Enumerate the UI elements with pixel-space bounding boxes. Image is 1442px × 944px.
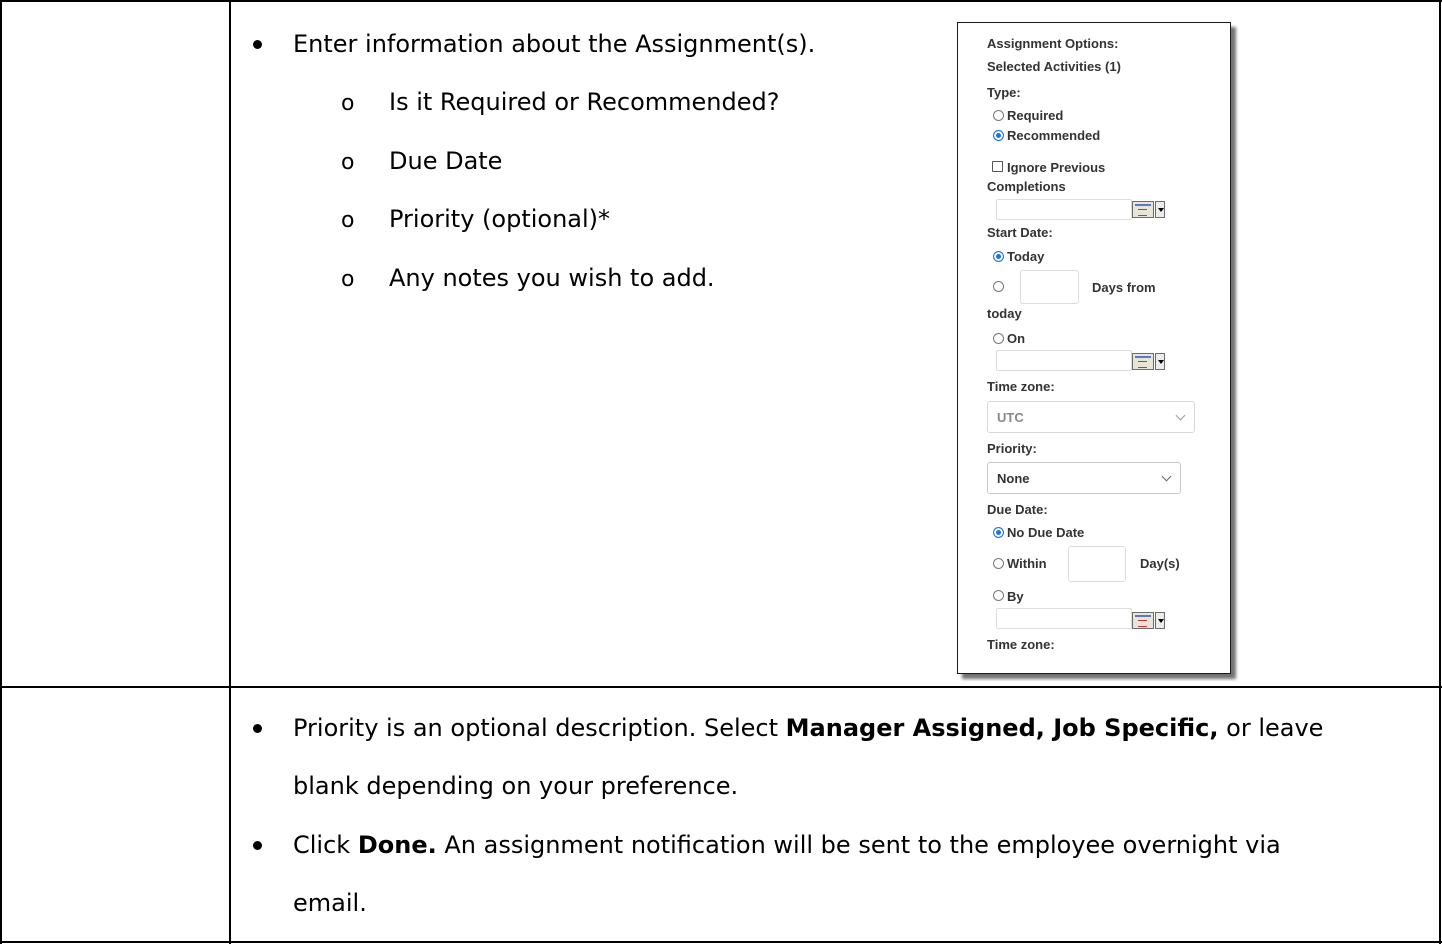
bullet-marker: [253, 724, 262, 733]
ignore-previous-label-wrap: Completions: [987, 179, 1066, 194]
days-label: Day(s): [1140, 556, 1180, 571]
priority-instruction-pre: Priority is an optional description. Sel…: [293, 714, 786, 742]
start-date-label: Start Date:: [987, 225, 1053, 240]
on-date-input[interactable]: [996, 350, 1132, 371]
due-date-label: Due Date:: [987, 502, 1048, 517]
by-radio[interactable]: [993, 590, 1004, 601]
done-bold: Done.: [357, 831, 437, 859]
no-due-date-label: No Due Date: [1007, 525, 1085, 540]
required-label: Required: [1007, 108, 1064, 123]
today-radio[interactable]: [993, 251, 1004, 262]
days-from-label: Days from: [1092, 280, 1156, 295]
table-border-left: [0, 0, 2, 944]
priority-instruction: Priority is an optional description. Sel…: [293, 712, 1323, 744]
done-instruction-wrap: email.: [293, 889, 367, 917]
days-from-input[interactable]: [1020, 270, 1079, 304]
panel-heading: Assignment Options:: [987, 36, 1119, 51]
sub-item-due-date: Due Date: [389, 147, 503, 175]
sub-bullet-marker: o: [341, 267, 355, 292]
today-label: Today: [1007, 249, 1045, 264]
time-zone-label-2: Time zone:: [987, 637, 1055, 652]
type-label: Type:: [987, 85, 1021, 100]
sub-item-required: Is it Required or Recommended?: [389, 88, 780, 116]
table-border-top: [0, 0, 1442, 2]
time-zone-select[interactable]: UTC: [987, 401, 1195, 433]
priority-options-bold: Manager Assigned, Job Specific,: [785, 714, 1219, 742]
ignore-previous-label: Ignore Previous: [1007, 160, 1106, 175]
ignore-date-input[interactable]: [996, 199, 1132, 220]
priority-select[interactable]: None: [987, 462, 1181, 494]
required-radio[interactable]: [993, 110, 1004, 121]
recommended-label: Recommended: [1007, 128, 1101, 143]
by-date-input[interactable]: [996, 608, 1132, 629]
bullet-marker: [253, 40, 262, 49]
priority-value: None: [997, 471, 1030, 486]
no-due-date-radio[interactable]: [993, 527, 1004, 538]
table-column-divider: [229, 0, 231, 944]
on-label: On: [1007, 331, 1026, 346]
instruction-text: Enter information about the Assignment(s…: [293, 30, 816, 58]
within-days-input[interactable]: [1068, 546, 1126, 582]
chevron-down-icon: [1175, 410, 1186, 421]
bullet-marker: [253, 841, 262, 850]
sub-item-priority: Priority (optional)*: [389, 205, 611, 233]
assignment-options-panel: Assignment Options: Selected Activities …: [957, 22, 1231, 674]
on-radio[interactable]: [993, 333, 1004, 344]
table-border-bottom: [0, 941, 1442, 943]
selected-activities-label: Selected Activities (1): [987, 59, 1121, 74]
days-from-radio[interactable]: [993, 281, 1004, 292]
calendar-icon[interactable]: [1132, 201, 1165, 219]
table-row-divider: [0, 686, 1442, 688]
by-label: By: [1007, 589, 1024, 604]
days-from-label-wrap: today: [987, 306, 1022, 321]
priority-instruction-wrap: blank depending on your preference.: [293, 772, 739, 800]
time-zone-label: Time zone:: [987, 379, 1055, 394]
priority-label: Priority:: [987, 441, 1037, 456]
table-border-right: [1439, 0, 1441, 944]
ignore-previous-checkbox[interactable]: [992, 161, 1003, 172]
sub-item-notes: Any notes you wish to add.: [389, 264, 715, 292]
done-instruction-post: An assignment notification will be sent …: [436, 831, 1281, 859]
sub-bullet-marker: o: [341, 91, 355, 116]
done-instruction-pre: Click: [293, 831, 358, 859]
done-instruction: Click Done. An assignment notification w…: [293, 829, 1281, 861]
recommended-radio[interactable]: [993, 130, 1004, 141]
chevron-down-icon: [1161, 471, 1172, 482]
calendar-icon[interactable]: [1132, 612, 1165, 630]
within-label: Within: [1007, 556, 1047, 571]
priority-instruction-post: or leave: [1218, 714, 1324, 742]
within-radio[interactable]: [993, 558, 1004, 569]
calendar-icon[interactable]: [1132, 353, 1165, 371]
sub-bullet-marker: o: [341, 208, 355, 233]
sub-bullet-marker: o: [341, 150, 355, 175]
time-zone-value: UTC: [997, 410, 1024, 425]
